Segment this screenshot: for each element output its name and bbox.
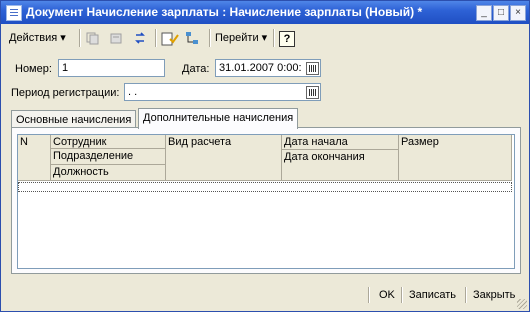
post-document-icon[interactable] <box>161 31 179 46</box>
column-header-end-date[interactable]: Дата окончания <box>282 150 399 181</box>
column-header-amount[interactable]: Размер <box>399 135 512 181</box>
document-icon <box>6 5 22 21</box>
maximize-button[interactable]: □ <box>493 5 509 21</box>
column-header-calc-type[interactable]: Вид расчета <box>166 135 282 181</box>
accruals-table[interactable]: N Сотрудник Подразделение Должность Вид … <box>17 134 515 269</box>
calendar-icon[interactable] <box>306 86 319 99</box>
toolbar: Действия ▾ Перейти ▾ ? <box>5 27 525 49</box>
column-header-department[interactable]: Подразделение <box>51 149 166 165</box>
date-label: Дата: <box>182 63 210 75</box>
structure-icon[interactable] <box>185 31 199 45</box>
edit-icon[interactable] <box>109 31 123 45</box>
copy-icon[interactable] <box>85 31 99 45</box>
save-button[interactable]: Записать <box>409 287 456 303</box>
toolbar-separator <box>155 29 157 47</box>
toolbar-separator <box>79 29 81 47</box>
toolbar-separator <box>273 29 275 47</box>
calendar-icon[interactable] <box>306 62 319 75</box>
toolbar-separator <box>209 29 211 47</box>
column-header-employee[interactable]: Сотрудник <box>51 135 166 149</box>
period-field[interactable]: . . <box>124 83 321 101</box>
table-row[interactable] <box>18 182 512 192</box>
footer-separator <box>368 287 370 303</box>
help-button[interactable]: ? <box>279 31 295 47</box>
number-field[interactable]: 1 <box>58 59 165 77</box>
number-label: Номер: <box>15 63 52 75</box>
close-window-button[interactable]: × <box>510 5 526 21</box>
window-title: Документ Начисление зарплаты : Начислени… <box>26 5 423 19</box>
column-header-position[interactable]: Должность <box>51 165 166 181</box>
close-button[interactable]: Закрыть <box>473 287 515 303</box>
actions-menu[interactable]: Действия ▾ <box>9 30 66 46</box>
column-header-start-date[interactable]: Дата начала <box>282 135 399 150</box>
document-window: Документ Начисление зарплаты : Начислени… <box>0 0 530 312</box>
resize-grip[interactable] <box>517 299 527 309</box>
footer-bar: OK Записать Закрыть <box>1 279 529 311</box>
footer-separator <box>401 287 403 303</box>
tab-additional-accruals[interactable]: Дополнительные начисления <box>138 108 299 129</box>
period-label: Период регистрации: <box>11 87 120 99</box>
footer-separator <box>465 287 467 303</box>
title-bar[interactable]: Документ Начисление зарплаты : Начислени… <box>1 1 529 24</box>
ok-button[interactable]: OK <box>379 287 395 303</box>
goto-menu[interactable]: Перейти ▾ <box>215 30 267 46</box>
refresh-icon[interactable] <box>133 31 147 45</box>
minimize-button[interactable]: _ <box>476 5 492 21</box>
date-value: 31.01.2007 0:00: <box>219 62 302 74</box>
column-header-n[interactable]: N <box>18 135 51 181</box>
